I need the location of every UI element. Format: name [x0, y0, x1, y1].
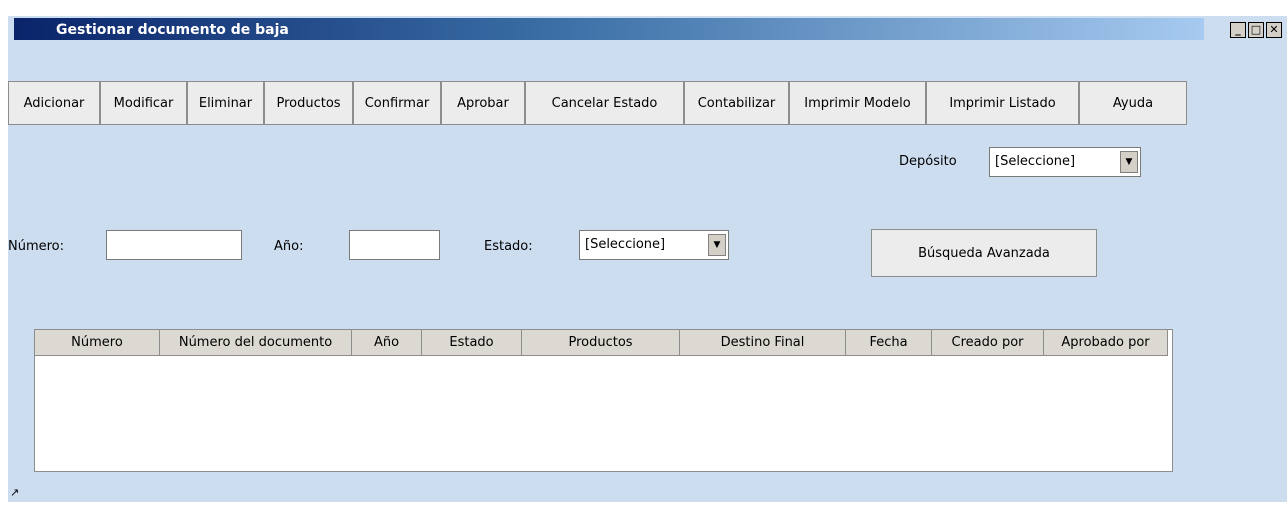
- contabilizar-button[interactable]: Contabilizar: [684, 81, 789, 125]
- column-header-anio[interactable]: Año: [352, 330, 422, 356]
- imprimir-modelo-button[interactable]: Imprimir Modelo: [789, 81, 926, 125]
- column-header-numero-documento[interactable]: Número del documento: [160, 330, 352, 356]
- main-window: Gestionar documento de baja _ □ ✕ Adicio…: [8, 16, 1287, 502]
- column-header-aprobado-por[interactable]: Aprobado por: [1044, 330, 1168, 356]
- column-header-destino-final[interactable]: Destino Final: [680, 330, 846, 356]
- estado-label: Estado:: [484, 239, 533, 254]
- minimize-icon[interactable]: _: [1230, 22, 1246, 38]
- eliminar-button[interactable]: Eliminar: [187, 81, 264, 125]
- chevron-down-icon[interactable]: ▼: [1120, 151, 1138, 173]
- chevron-down-icon[interactable]: ▼: [708, 234, 726, 256]
- deposito-label: Depósito: [899, 154, 957, 169]
- ayuda-button[interactable]: Ayuda: [1079, 81, 1187, 125]
- cancelar-estado-button[interactable]: Cancelar Estado: [525, 81, 684, 125]
- column-header-creado-por[interactable]: Creado por: [932, 330, 1044, 356]
- resize-arrow-icon[interactable]: ↗: [10, 486, 19, 499]
- title-bar[interactable]: Gestionar documento de baja _ □ ✕: [8, 16, 1287, 42]
- column-header-estado[interactable]: Estado: [422, 330, 522, 356]
- numero-label: Número:: [8, 239, 65, 254]
- adicionar-button[interactable]: Adicionar: [8, 81, 100, 125]
- imprimir-listado-button[interactable]: Imprimir Listado: [926, 81, 1079, 125]
- table-header: Número Número del documento Año Estado P…: [35, 330, 1168, 356]
- deposito-select-value: [Seleccione]: [995, 154, 1076, 169]
- deposito-select[interactable]: [Seleccione] ▼: [989, 147, 1141, 177]
- anio-input[interactable]: [349, 230, 440, 260]
- column-header-fecha[interactable]: Fecha: [846, 330, 932, 356]
- modificar-button[interactable]: Modificar: [100, 81, 187, 125]
- results-table[interactable]: Número Número del documento Año Estado P…: [34, 329, 1173, 472]
- column-header-productos[interactable]: Productos: [522, 330, 680, 356]
- busqueda-avanzada-button[interactable]: Búsqueda Avanzada: [871, 229, 1097, 277]
- confirmar-button[interactable]: Confirmar: [353, 81, 441, 125]
- anio-label: Año:: [274, 239, 304, 254]
- column-header-numero[interactable]: Número: [35, 330, 160, 356]
- numero-input[interactable]: [106, 230, 242, 260]
- maximize-icon[interactable]: □: [1248, 22, 1264, 38]
- window-title: Gestionar documento de baja: [56, 22, 289, 38]
- estado-select-value: [Seleccione]: [585, 237, 666, 252]
- aprobar-button[interactable]: Aprobar: [441, 81, 525, 125]
- close-icon[interactable]: ✕: [1266, 22, 1282, 38]
- estado-select[interactable]: [Seleccione] ▼: [579, 230, 729, 260]
- productos-button[interactable]: Productos: [264, 81, 353, 125]
